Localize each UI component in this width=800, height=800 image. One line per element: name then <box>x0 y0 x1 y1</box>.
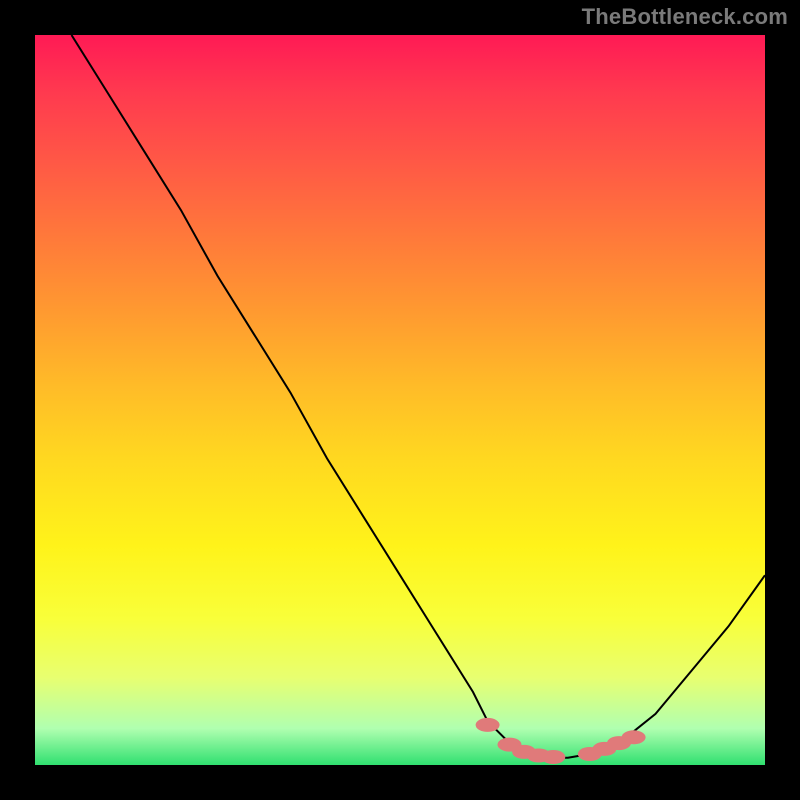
curve-marker <box>476 718 500 732</box>
bottleneck-curve <box>72 35 766 758</box>
curve-marker <box>541 750 565 764</box>
attribution-label: TheBottleneck.com <box>582 4 788 30</box>
plot-area <box>35 35 765 765</box>
marker-cluster <box>476 718 646 764</box>
chart-frame: TheBottleneck.com <box>0 0 800 800</box>
curve-marker <box>622 730 646 744</box>
curve-layer <box>35 35 765 765</box>
